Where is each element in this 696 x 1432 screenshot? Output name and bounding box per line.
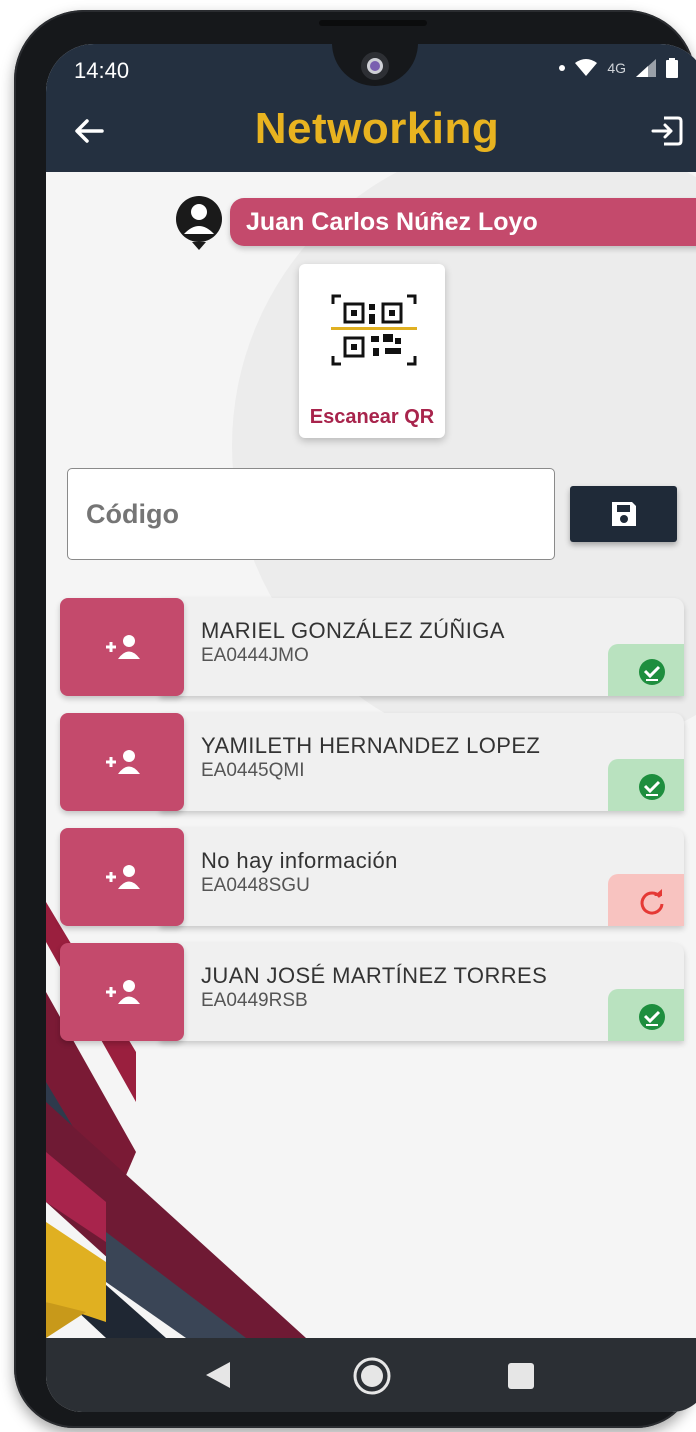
- add-contact-button[interactable]: [60, 828, 184, 926]
- save-button[interactable]: [570, 486, 677, 542]
- contact-item[interactable]: JUAN JOSÉ MARTÍNEZ TORRES EA0449RSB: [60, 943, 684, 1041]
- refresh-icon: [640, 889, 664, 915]
- code-input[interactable]: [67, 468, 555, 560]
- add-contact-button[interactable]: [60, 713, 184, 811]
- add-person-icon: [106, 635, 140, 659]
- logout-icon[interactable]: [650, 114, 684, 148]
- contact-item[interactable]: MARIEL GONZÁLEZ ZÚÑIGA EA0444JMO: [60, 598, 684, 696]
- contact-name: MARIEL GONZÁLEZ ZÚÑIGA: [201, 618, 505, 643]
- contact-status-ok[interactable]: [608, 989, 684, 1041]
- contact-status-ok[interactable]: [608, 759, 684, 811]
- add-person-icon: [106, 750, 140, 774]
- user-header: Juan Carlos Núñez Loyo: [174, 190, 696, 254]
- system-nav-bar: [46, 1338, 696, 1412]
- contact-status-ok[interactable]: [608, 644, 684, 696]
- notification-dot-icon: [559, 65, 566, 71]
- contact-code: EA0449RSB: [201, 990, 308, 1011]
- front-camera: [332, 44, 418, 88]
- status-time: 14:40: [74, 58, 130, 83]
- network-type-label: 4G: [607, 60, 626, 76]
- wifi-icon: [575, 59, 598, 76]
- contact-status-retry[interactable]: [608, 874, 684, 926]
- nav-recents-icon[interactable]: [507, 1362, 535, 1390]
- check-circle-icon: [639, 659, 665, 685]
- camera-lens: [361, 52, 389, 80]
- add-contact-button[interactable]: [60, 943, 184, 1041]
- contact-code: EA0444JMO: [201, 645, 309, 666]
- check-circle-icon: [639, 1004, 665, 1030]
- add-contact-button[interactable]: [60, 598, 184, 696]
- nav-back-icon[interactable]: [204, 1360, 232, 1390]
- phone-frame: 14:40 4G Networking Juan Carlos Núñez Lo…: [14, 10, 696, 1428]
- speaker-grille: [319, 20, 427, 26]
- scan-qr-label: Escanear QR: [309, 406, 435, 428]
- contact-item[interactable]: No hay información EA0448SGU: [60, 828, 684, 926]
- page-title: Networking: [254, 104, 500, 153]
- qr-code-icon: [331, 294, 417, 366]
- contact-code: EA0445QMI: [201, 760, 305, 781]
- add-person-icon: [106, 980, 140, 1004]
- contact-name: JUAN JOSÉ MARTÍNEZ TORRES: [201, 963, 548, 988]
- save-icon: [612, 502, 636, 526]
- nav-home-icon[interactable]: [352, 1356, 392, 1396]
- user-avatar-icon: [176, 196, 222, 250]
- contact-name: No hay información: [201, 848, 398, 873]
- check-circle-icon: [639, 774, 665, 800]
- contact-name: YAMILETH HERNANDEZ LOPEZ: [201, 733, 541, 758]
- contact-item[interactable]: YAMILETH HERNANDEZ LOPEZ EA0445QMI: [60, 713, 684, 811]
- toolbar: Networking: [46, 100, 696, 164]
- signal-icon: [636, 59, 656, 77]
- status-icons: 4G: [559, 58, 678, 78]
- main-content: Juan Carlos Núñez Loyo Escanear QR Códig…: [46, 172, 696, 1338]
- app-header: 14:40 4G Networking: [46, 44, 696, 172]
- contact-code: EA0448SGU: [201, 875, 310, 896]
- scan-qr-button[interactable]: Escanear QR: [299, 264, 445, 438]
- add-person-icon: [106, 865, 140, 889]
- screen: 14:40 4G Networking Juan Carlos Núñez Lo…: [46, 44, 696, 1412]
- battery-icon: [666, 58, 678, 78]
- user-name: Juan Carlos Núñez Loyo: [230, 198, 696, 246]
